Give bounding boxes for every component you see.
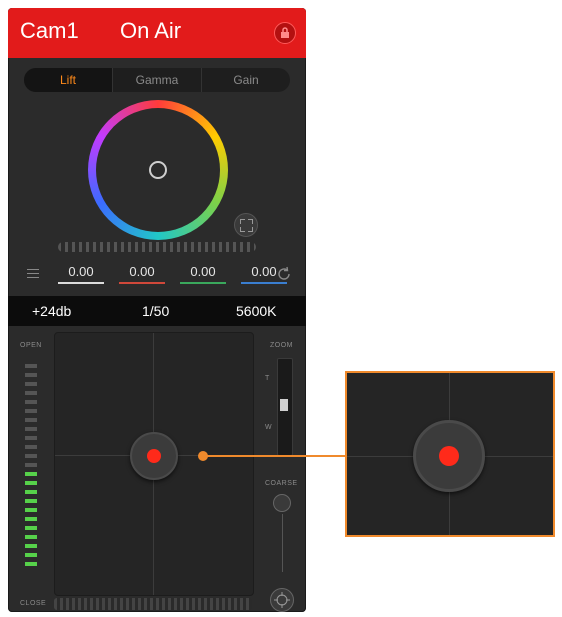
focus-icon[interactable] — [270, 588, 294, 612]
tab-gain[interactable]: Gain — [202, 68, 290, 92]
on-air-status: On Air — [120, 18, 182, 43]
master-level-slider[interactable] — [58, 242, 256, 252]
magnified-knob-dot — [439, 446, 459, 466]
color-wheel-handle[interactable] — [149, 161, 167, 179]
iris-close-label: CLOSE — [20, 600, 47, 607]
zoom-wide-label: W — [265, 424, 273, 431]
white-balance-readout[interactable]: 5600K — [236, 303, 276, 319]
iris-knob[interactable] — [130, 432, 178, 480]
zoom-label: ZOOM — [270, 342, 293, 349]
menu-icon[interactable] — [27, 269, 39, 281]
coarse-toggle[interactable] — [273, 494, 291, 512]
zoom-tele-label: T — [265, 375, 270, 382]
header-bar: Cam1 On Air — [8, 8, 306, 58]
reset-icon[interactable] — [276, 266, 292, 282]
color-wheel-reset-icon[interactable] — [234, 213, 258, 237]
green-value[interactable]: 0.00 — [180, 264, 226, 284]
callout-line — [203, 455, 345, 457]
magnified-knob-callout — [345, 371, 555, 537]
camera-control-panel: Cam1 On Air Lift Gamma Gain 0.00 0.00 0.… — [8, 8, 306, 612]
callout-anchor-dot — [198, 451, 208, 461]
tab-lift[interactable]: Lift — [24, 68, 113, 92]
iris-level-meter — [25, 364, 37, 571]
zoom-slider-handle[interactable] — [280, 399, 288, 411]
master-black-slider[interactable] — [54, 598, 252, 610]
red-value[interactable]: 0.00 — [119, 264, 165, 284]
coarse-label: COARSE — [265, 480, 298, 487]
camera-name: Cam1 — [20, 18, 79, 43]
coarse-slider[interactable] — [282, 514, 283, 572]
color-wheel[interactable] — [88, 100, 228, 240]
camera-info-bar: +24db 1/50 5600K — [8, 296, 306, 326]
tone-range-tabs: Lift Gamma Gain — [24, 68, 290, 92]
lock-icon[interactable] — [274, 22, 296, 44]
gain-readout[interactable]: +24db — [32, 303, 71, 319]
luma-value[interactable]: 0.00 — [58, 264, 104, 284]
magnified-iris-knob — [413, 420, 485, 492]
zoom-slider[interactable] — [277, 358, 293, 456]
tab-gamma[interactable]: Gamma — [113, 68, 202, 92]
color-values: 0.00 0.00 0.00 0.00 — [58, 264, 302, 284]
shutter-readout[interactable]: 1/50 — [142, 303, 169, 319]
iris-pedestal-joystick-pad[interactable] — [54, 332, 254, 596]
iris-open-label: OPEN — [20, 342, 42, 349]
knob-center-dot — [147, 449, 161, 463]
